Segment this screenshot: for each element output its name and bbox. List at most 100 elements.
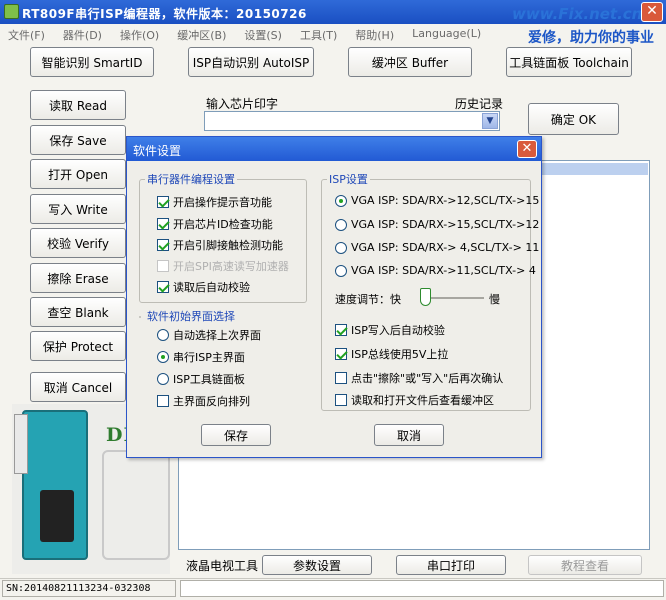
- menu-device[interactable]: 器件(D): [55, 24, 112, 44]
- verify-button[interactable]: 校验 Verify: [30, 228, 126, 258]
- speed-label: 速度调节：快: [335, 293, 401, 306]
- menu-operation[interactable]: 操作(O): [112, 24, 169, 44]
- protect-button[interactable]: 保护 Protect: [30, 331, 126, 361]
- option-confirm-erase-write[interactable]: 点击"擦除"或"写入"后再次确认: [335, 370, 503, 386]
- speed-slider-thumb[interactable]: [420, 288, 431, 306]
- history-label: 历史记录: [455, 97, 504, 111]
- option-label: VGA ISP: SDA/RX->12,SCL/TX->15: [351, 194, 540, 207]
- radio-vga-12-15[interactable]: VGA ISP: SDA/RX->12,SCL/TX->15: [335, 194, 539, 207]
- smart-id-button[interactable]: 智能识别 SmartID: [30, 47, 154, 77]
- radio-isp-toolchain[interactable]: ISP工具链面板: [157, 371, 245, 387]
- log-header-highlight: [540, 163, 648, 175]
- window-close-button[interactable]: ✕: [641, 2, 663, 22]
- radio-serial-isp[interactable]: 串行ISP主界面: [157, 349, 245, 365]
- option-view-buffer[interactable]: 读取和打开文件后查看缓冲区: [335, 392, 494, 408]
- dialog-cancel-button[interactable]: 取消: [374, 424, 444, 446]
- radio[interactable]: [157, 351, 169, 363]
- option-spi-accel: 开启SPI高速读写加速器: [157, 258, 289, 274]
- radio[interactable]: [335, 264, 347, 277]
- blank-button[interactable]: 查空 Blank: [30, 297, 126, 327]
- checkbox[interactable]: [157, 395, 169, 407]
- checkbox: [157, 260, 169, 272]
- save-button[interactable]: 保存 Save: [30, 125, 126, 155]
- radio[interactable]: [335, 241, 347, 254]
- option-pin-contact[interactable]: 开启引脚接触检测功能: [157, 237, 283, 253]
- menu-buffer[interactable]: 缓冲区(B): [169, 24, 236, 44]
- chip-marking-combo[interactable]: ▼: [204, 111, 500, 131]
- option-label: 开启芯片ID检查功能: [173, 218, 273, 231]
- option-label: 点击"擦除"或"写入"后再次确认: [351, 372, 504, 385]
- checkbox[interactable]: [157, 218, 169, 230]
- window-title: RT809F串行ISP编程器，软件版本：20150726: [22, 7, 307, 21]
- radio-vga-15-12[interactable]: VGA ISP: SDA/RX->15,SCL/TX->12: [335, 218, 539, 231]
- checkbox[interactable]: [335, 372, 347, 384]
- chip: [40, 490, 74, 542]
- init-group-title: 软件初始界面选择: [145, 308, 237, 324]
- read-button[interactable]: 读取 Read: [30, 90, 126, 120]
- speed-slider-track[interactable]: [424, 297, 484, 299]
- checkbox[interactable]: [335, 324, 347, 336]
- option-label: 主界面反向排列: [173, 395, 250, 408]
- radio[interactable]: [335, 194, 347, 207]
- option-label: 串行ISP主界面: [173, 351, 245, 364]
- option-label: ISP总线使用5V上拉: [351, 348, 449, 361]
- app-icon: [4, 4, 19, 19]
- dialog-title: 软件设置: [133, 144, 182, 158]
- erase-button[interactable]: 擦除 Erase: [30, 263, 126, 293]
- tutorial-button[interactable]: 教程查看: [528, 555, 642, 575]
- dialog-save-button[interactable]: 保存: [201, 424, 271, 446]
- dialog-title-bar: 软件设置 ✕: [127, 137, 541, 161]
- option-label: 自动选择上次界面: [173, 329, 261, 342]
- menu-help[interactable]: 帮助(H): [347, 24, 404, 44]
- lcd-tools-label: 液晶电视工具: [186, 559, 259, 573]
- radio[interactable]: [335, 218, 347, 231]
- serial-group-title: 串行器件编程设置: [145, 171, 237, 187]
- option-beep[interactable]: 开启操作提示音功能: [157, 194, 272, 210]
- cancel-button[interactable]: 取消 Cancel: [30, 372, 126, 402]
- params-button[interactable]: 参数设置: [262, 555, 372, 575]
- option-label: ISP写入后自动校验: [351, 324, 445, 337]
- radio[interactable]: [157, 373, 169, 385]
- ok-button[interactable]: 确定 OK: [528, 103, 619, 135]
- option-reverse-layout[interactable]: 主界面反向排列: [157, 393, 250, 409]
- option-chip-id-check[interactable]: 开启芯片ID检查功能: [157, 216, 273, 232]
- option-isp-5v-pullup[interactable]: ISP总线使用5V上拉: [335, 346, 448, 362]
- checkbox[interactable]: [157, 196, 169, 208]
- checkbox[interactable]: [335, 394, 347, 406]
- menu-tools[interactable]: 工具(T): [292, 24, 347, 44]
- menu-language[interactable]: Language(L): [404, 24, 491, 44]
- status-pane: [180, 580, 664, 597]
- option-isp-verify[interactable]: ISP写入后自动校验: [335, 322, 445, 338]
- option-label: 开启操作提示音功能: [173, 196, 272, 209]
- option-verify-after-read[interactable]: 读取后自动校验: [157, 279, 250, 295]
- option-label: 开启引脚接触检测功能: [173, 239, 283, 252]
- menu-bar: 文件(F) 器件(D) 操作(O) 缓冲区(B) 设置(S) 工具(T) 帮助(…: [0, 24, 520, 44]
- open-button[interactable]: 打开 Open: [30, 159, 126, 189]
- chevron-down-icon[interactable]: ▼: [482, 113, 498, 129]
- isp-group-title: ISP设置: [327, 171, 370, 187]
- init-screen-group: [139, 316, 141, 318]
- write-button[interactable]: 写入 Write: [30, 194, 126, 224]
- buffer-button[interactable]: 缓冲区 Buffer: [348, 47, 472, 77]
- radio-vga-11-4[interactable]: VGA ISP: SDA/RX->11,SCL/TX-> 4: [335, 264, 536, 277]
- option-label: ISP工具链面板: [173, 373, 245, 386]
- radio-last-screen[interactable]: 自动选择上次界面: [157, 327, 261, 343]
- watermark: www.Fix.net.cn: [512, 5, 643, 23]
- checkbox[interactable]: [335, 348, 347, 360]
- menu-settings[interactable]: 设置(S): [236, 24, 292, 44]
- serial-print-button[interactable]: 串口打印: [396, 555, 506, 575]
- option-label: VGA ISP: SDA/RX->15,SCL/TX->12: [351, 218, 540, 231]
- auto-isp-button[interactable]: ISP自动识别 AutoISP: [188, 47, 314, 77]
- checkbox[interactable]: [157, 281, 169, 293]
- serial-number: SN:20140821113234-032308: [2, 580, 176, 597]
- dialog-close-button[interactable]: ✕: [517, 140, 537, 158]
- checkbox[interactable]: [157, 239, 169, 251]
- option-label: VGA ISP: SDA/RX-> 4,SCL/TX-> 11: [351, 241, 540, 254]
- chip-marking-label: 输入芯片印字: [206, 97, 279, 111]
- option-label: 开启SPI高速读写加速器: [173, 260, 289, 273]
- menu-file[interactable]: 文件(F): [0, 24, 55, 44]
- radio[interactable]: [157, 329, 169, 341]
- radio-vga-4-11[interactable]: VGA ISP: SDA/RX-> 4,SCL/TX-> 11: [335, 241, 539, 254]
- speed-slow-label: 慢: [489, 293, 500, 306]
- toolchain-button[interactable]: 工具链面板 Toolchain: [506, 47, 632, 77]
